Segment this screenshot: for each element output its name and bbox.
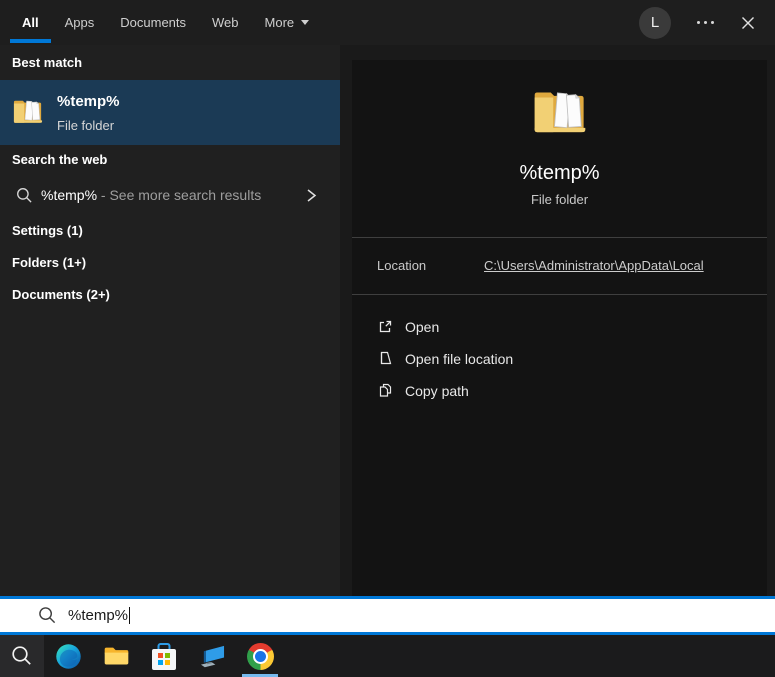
best-match-subtitle: File folder	[57, 118, 114, 133]
action-open-label: Open	[405, 319, 439, 335]
search-icon	[16, 187, 33, 204]
best-match-title: %temp%	[57, 93, 120, 110]
tab-apps-label: Apps	[65, 15, 95, 30]
location-row: Location C:\Users\Administrator\AppData\…	[377, 258, 742, 273]
web-search-text: %temp% - See more search results	[41, 187, 261, 203]
tab-apps[interactable]: Apps	[65, 0, 95, 45]
group-header-documents[interactable]: Documents (2+)	[12, 287, 110, 302]
tab-web[interactable]: Web	[212, 0, 239, 45]
action-open-file-location-label: Open file location	[405, 351, 513, 367]
file-explorer-icon	[103, 644, 130, 668]
taskbar-edge-button[interactable]	[44, 635, 92, 677]
topbar-actions: L	[639, 0, 775, 45]
chevron-right-icon	[304, 187, 319, 204]
results-panel: Best match %temp% File folder Search the…	[0, 45, 340, 596]
best-match-header: Best match	[12, 55, 82, 70]
filter-tabs: All Apps Documents Web More	[22, 0, 309, 45]
preview-pane: %temp% File folder Location C:\Users\Adm…	[352, 60, 767, 596]
tab-documents[interactable]: Documents	[120, 0, 186, 45]
tab-more-label: More	[265, 15, 295, 30]
action-copy-path[interactable]: Copy path	[352, 375, 767, 407]
group-header-settings[interactable]: Settings (1)	[12, 223, 83, 238]
taskbar-file-explorer-button[interactable]	[92, 635, 140, 677]
chevron-down-icon	[301, 20, 309, 25]
search-input-value: %temp%	[68, 607, 130, 624]
taskbar	[0, 635, 775, 677]
store-icon	[152, 643, 176, 670]
web-search-result[interactable]: %temp% - See more search results	[0, 178, 340, 214]
search-filter-bar: All Apps Documents Web More L	[0, 0, 775, 45]
tab-all-label: All	[22, 15, 39, 30]
tab-web-label: Web	[212, 15, 239, 30]
copy-path-icon	[377, 382, 394, 399]
action-copy-path-label: Copy path	[405, 383, 469, 399]
taskbar-chrome-button[interactable]	[236, 635, 284, 677]
search-web-header: Search the web	[12, 152, 107, 167]
user-avatar[interactable]: L	[639, 7, 671, 39]
tab-all[interactable]: All	[22, 0, 39, 45]
search-input[interactable]: %temp%	[0, 596, 775, 635]
close-icon[interactable]	[740, 15, 756, 31]
tab-documents-label: Documents	[120, 15, 186, 30]
action-open-file-location[interactable]: Open file location	[352, 343, 767, 375]
pc-icon	[198, 644, 227, 669]
search-icon	[38, 606, 57, 625]
folder-icon	[13, 97, 43, 125]
best-match-result[interactable]: %temp% File folder	[0, 80, 340, 145]
location-link[interactable]: C:\Users\Administrator\AppData\Local	[484, 258, 704, 273]
divider	[352, 237, 767, 238]
open-file-location-icon	[377, 350, 394, 367]
preview-title: %temp%	[352, 162, 767, 185]
folder-icon-large	[533, 86, 587, 136]
text-cursor	[129, 607, 130, 624]
group-header-folders[interactable]: Folders (1+)	[12, 255, 86, 270]
taskbar-store-button[interactable]	[140, 635, 188, 677]
web-search-query: %temp%	[41, 187, 97, 203]
avatar-letter: L	[651, 14, 659, 31]
edge-icon	[55, 643, 82, 670]
search-icon	[11, 645, 33, 667]
taskbar-search-button[interactable]	[0, 635, 44, 677]
web-search-suffix: - See more search results	[97, 187, 261, 203]
more-options-icon[interactable]	[697, 0, 714, 45]
location-label: Location	[377, 258, 484, 273]
divider	[352, 294, 767, 295]
tab-more[interactable]: More	[265, 0, 310, 45]
chrome-icon	[247, 643, 274, 670]
active-tab-underline	[10, 39, 51, 43]
preview-subtitle: File folder	[352, 192, 767, 207]
open-icon	[377, 318, 394, 335]
action-open[interactable]: Open	[352, 311, 767, 343]
search-flyout-window: All Apps Documents Web More L	[0, 0, 775, 677]
taskbar-pc-button[interactable]	[188, 635, 236, 677]
